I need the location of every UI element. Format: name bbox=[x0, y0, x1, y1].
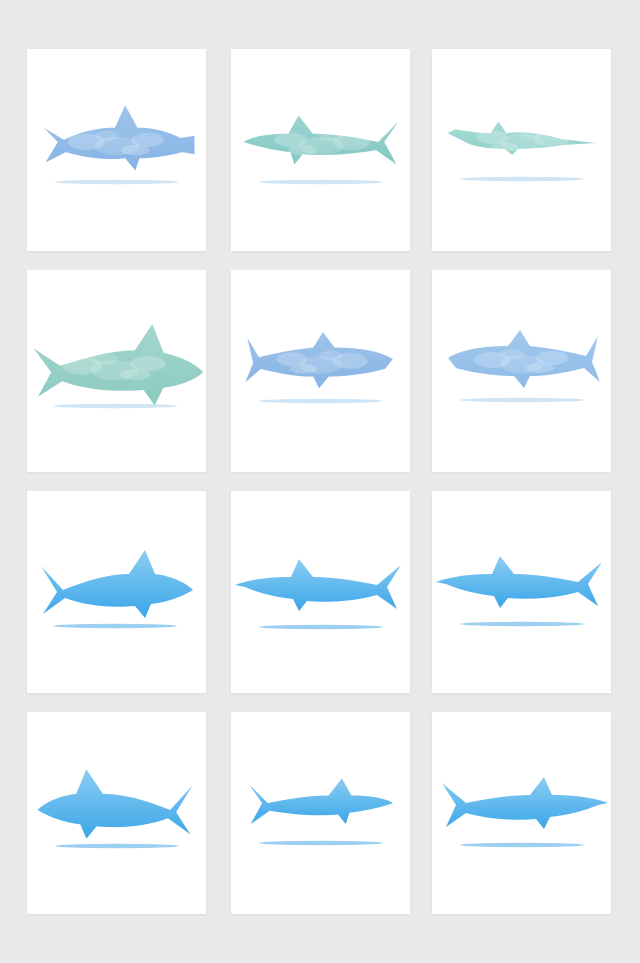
watercolor-texture bbox=[130, 355, 166, 372]
shark-icon bbox=[436, 556, 602, 608]
watercolor-texture bbox=[131, 132, 164, 148]
watercolor-texture bbox=[288, 145, 317, 156]
watercolor-texture bbox=[536, 351, 568, 365]
shark-body bbox=[248, 778, 394, 824]
watercolor-texture bbox=[121, 145, 150, 156]
shadow-line bbox=[460, 842, 584, 848]
shark-card[interactable] bbox=[432, 49, 611, 251]
shadow-line bbox=[460, 621, 584, 627]
shark-illustration bbox=[235, 559, 401, 630]
shark-card[interactable] bbox=[231, 491, 410, 693]
shark-illustration bbox=[33, 324, 203, 409]
shadow-line bbox=[53, 403, 177, 409]
shadow-line bbox=[460, 176, 584, 182]
shark-body bbox=[235, 559, 401, 611]
watercolor-texture bbox=[318, 130, 344, 141]
shark-illustration bbox=[436, 556, 602, 627]
shark-illustration bbox=[41, 550, 193, 629]
shadow-line bbox=[460, 397, 584, 403]
shark-body bbox=[41, 550, 193, 618]
shark-illustration bbox=[447, 121, 597, 182]
nurse-shark-icon bbox=[447, 121, 597, 155]
watercolor-texture bbox=[90, 353, 118, 365]
watercolor-texture bbox=[476, 130, 509, 144]
shark-card[interactable] bbox=[432, 712, 611, 914]
watercolor-texture bbox=[490, 141, 519, 152]
shark-body bbox=[436, 556, 602, 608]
shark-silhouette-grid bbox=[0, 0, 640, 963]
shadow-line bbox=[53, 623, 177, 629]
shark-icon bbox=[37, 769, 193, 839]
shark-illustration bbox=[448, 330, 600, 403]
shark-illustration bbox=[43, 105, 195, 185]
watercolor-texture bbox=[319, 350, 343, 361]
shark-icon bbox=[442, 777, 608, 829]
shark-illustration bbox=[442, 777, 608, 848]
shark-card[interactable] bbox=[231, 49, 410, 251]
shark-body bbox=[37, 769, 193, 839]
shark-icon bbox=[33, 324, 203, 406]
shark-card[interactable] bbox=[27, 49, 206, 251]
shark-card[interactable] bbox=[432, 491, 611, 693]
hammerhead-shark-icon bbox=[43, 105, 195, 171]
shark-illustration bbox=[37, 769, 193, 849]
shark-illustration bbox=[248, 778, 394, 846]
shark-body bbox=[442, 777, 608, 829]
great-white-shark-icon bbox=[41, 550, 193, 618]
shark-card[interactable] bbox=[27, 491, 206, 693]
shark-illustration bbox=[245, 331, 393, 404]
whale-shark-icon bbox=[448, 330, 600, 388]
whale-shark-icon bbox=[245, 331, 393, 389]
shadow-line bbox=[55, 843, 179, 849]
shark-icon bbox=[248, 778, 394, 824]
watercolor-texture bbox=[276, 352, 308, 366]
watercolor-texture bbox=[520, 128, 544, 139]
watercolor-texture bbox=[289, 363, 318, 374]
shadow-line bbox=[259, 398, 383, 404]
shadow-line bbox=[259, 624, 383, 630]
shark-card[interactable] bbox=[432, 270, 611, 472]
shark-card[interactable] bbox=[231, 270, 410, 472]
shark-card[interactable] bbox=[27, 270, 206, 472]
watercolor-texture bbox=[94, 130, 120, 141]
shadow-line bbox=[259, 840, 383, 846]
shark-icon bbox=[243, 115, 399, 165]
watercolor-texture bbox=[119, 369, 151, 381]
shark-card[interactable] bbox=[231, 712, 410, 914]
watercolor-texture bbox=[526, 363, 554, 373]
watercolor-texture bbox=[500, 349, 524, 359]
watercolor-texture bbox=[274, 132, 307, 148]
shark-illustration bbox=[243, 115, 399, 185]
shark-card[interactable] bbox=[27, 712, 206, 914]
shadow-line bbox=[259, 179, 383, 185]
shadow-line bbox=[55, 179, 179, 185]
shark-icon bbox=[235, 559, 401, 611]
